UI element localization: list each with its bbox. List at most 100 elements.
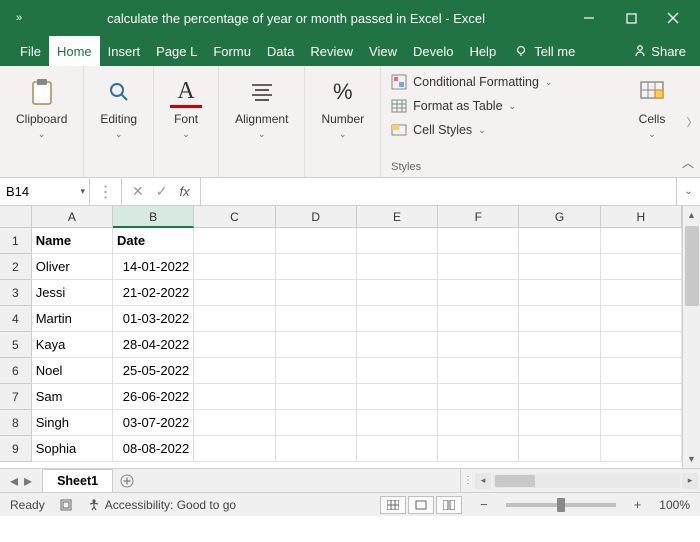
scroll-up-icon[interactable]: ▲ [683, 206, 700, 224]
cell[interactable] [357, 358, 438, 384]
cell[interactable] [601, 228, 682, 254]
cell[interactable] [357, 228, 438, 254]
font-button[interactable]: A Font⌄ [162, 72, 210, 145]
cell[interactable] [601, 410, 682, 436]
cell[interactable] [276, 228, 357, 254]
enter-icon[interactable]: ✓ [156, 183, 168, 200]
row-header[interactable]: 5 [0, 332, 32, 358]
col-header-c[interactable]: C [194, 206, 275, 228]
name-box-input[interactable] [6, 184, 66, 199]
hscroll-track[interactable] [493, 474, 680, 488]
cell[interactable]: Date [113, 228, 194, 254]
cell[interactable] [438, 436, 519, 462]
cell[interactable] [276, 410, 357, 436]
cell[interactable] [276, 436, 357, 462]
cell[interactable] [438, 280, 519, 306]
cell[interactable] [519, 228, 600, 254]
col-header-a[interactable]: A [32, 206, 113, 228]
tab-developer[interactable]: Develo [405, 36, 461, 66]
cell[interactable] [276, 358, 357, 384]
horizontal-scrollbar[interactable]: ⋮ ◂ ▸ [460, 469, 700, 492]
minimize-button[interactable] [570, 4, 608, 32]
row-header[interactable]: 3 [0, 280, 32, 306]
cell[interactable] [194, 436, 275, 462]
col-header-h[interactable]: H [601, 206, 682, 228]
row-header[interactable]: 7 [0, 384, 32, 410]
close-button[interactable] [654, 4, 692, 32]
cell[interactable] [276, 306, 357, 332]
scroll-down-icon[interactable]: ▼ [683, 450, 700, 468]
cell[interactable] [519, 332, 600, 358]
zoom-slider-handle[interactable] [557, 498, 565, 512]
cell[interactable] [519, 254, 600, 280]
cell[interactable] [194, 254, 275, 280]
tell-me-search[interactable]: Tell me [504, 36, 585, 66]
cell[interactable] [357, 280, 438, 306]
tab-review[interactable]: Review [302, 36, 361, 66]
sheet-nav-buttons[interactable]: ◂ ▸ [0, 469, 42, 492]
cell[interactable]: 08-08-2022 [113, 436, 194, 462]
cell[interactable] [519, 280, 600, 306]
clipboard-button[interactable]: Clipboard⌄ [8, 72, 75, 145]
hscroll-grip-icon[interactable]: ⋮ [463, 475, 473, 486]
accessibility-status[interactable]: Accessibility: Good to go [87, 498, 236, 512]
cell[interactable] [519, 436, 600, 462]
cell[interactable]: 14-01-2022 [113, 254, 194, 280]
cell[interactable] [357, 306, 438, 332]
editing-button[interactable]: Editing⌄ [92, 72, 145, 145]
cell[interactable] [276, 332, 357, 358]
cells-button[interactable]: Cells⌄ [628, 72, 676, 145]
maximize-button[interactable] [612, 4, 650, 32]
cell[interactable] [601, 254, 682, 280]
row-header[interactable]: 2 [0, 254, 32, 280]
cell[interactable]: Singh [32, 410, 113, 436]
col-header-f[interactable]: F [438, 206, 519, 228]
cell[interactable] [438, 254, 519, 280]
normal-view-button[interactable] [380, 496, 406, 514]
cell[interactable]: 28-04-2022 [113, 332, 194, 358]
cell[interactable]: Jessi [32, 280, 113, 306]
scroll-right-icon[interactable]: ▸ [682, 473, 698, 489]
cell[interactable] [357, 384, 438, 410]
format-as-table-button[interactable]: Format as Table ⌄ [391, 96, 610, 116]
cell[interactable] [601, 436, 682, 462]
row-header[interactable]: 4 [0, 306, 32, 332]
cell[interactable]: 21-02-2022 [113, 280, 194, 306]
share-button[interactable]: Share [619, 36, 700, 66]
cell[interactable] [357, 436, 438, 462]
zoom-in-button[interactable]: + [630, 497, 646, 512]
sheet-tab-active[interactable]: Sheet1 [42, 469, 113, 492]
cell[interactable] [519, 358, 600, 384]
zoom-slider[interactable] [506, 503, 616, 507]
tab-formulas[interactable]: Formu [205, 36, 259, 66]
cell[interactable] [438, 332, 519, 358]
cell[interactable] [601, 280, 682, 306]
cell[interactable]: 25-05-2022 [113, 358, 194, 384]
cell[interactable] [519, 384, 600, 410]
cancel-icon[interactable]: ✕ [132, 183, 144, 200]
tab-insert[interactable]: Insert [100, 36, 149, 66]
cell[interactable] [194, 410, 275, 436]
cell[interactable]: Martin [32, 306, 113, 332]
zoom-level[interactable]: 100% [659, 498, 690, 512]
cell[interactable]: Sam [32, 384, 113, 410]
zoom-out-button[interactable]: − [476, 497, 492, 512]
fx-icon[interactable]: fx [179, 184, 189, 199]
scroll-left-icon[interactable]: ◂ [475, 473, 491, 489]
vscroll-thumb[interactable] [685, 226, 699, 306]
cell[interactable] [438, 410, 519, 436]
page-layout-view-button[interactable] [408, 496, 434, 514]
cell[interactable] [438, 358, 519, 384]
cell[interactable] [276, 254, 357, 280]
tab-page-layout[interactable]: Page L [148, 36, 205, 66]
cell[interactable] [194, 228, 275, 254]
cell-styles-button[interactable]: Cell Styles ⌄ [391, 120, 610, 140]
cell[interactable]: 03-07-2022 [113, 410, 194, 436]
cell[interactable]: Noel [32, 358, 113, 384]
cell[interactable] [438, 306, 519, 332]
cell[interactable] [601, 358, 682, 384]
tab-view[interactable]: View [361, 36, 405, 66]
cell[interactable]: Kaya [32, 332, 113, 358]
add-sheet-button[interactable] [113, 469, 141, 492]
alignment-button[interactable]: Alignment⌄ [227, 72, 296, 145]
